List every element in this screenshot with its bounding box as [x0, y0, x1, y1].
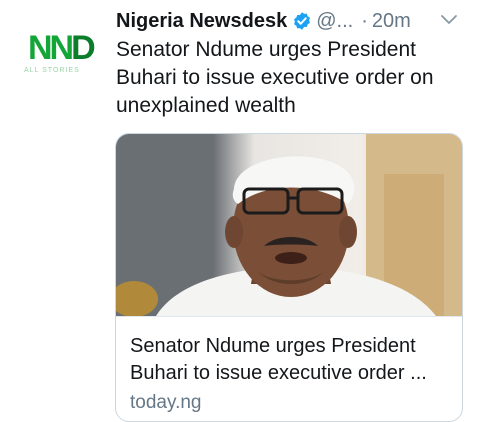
- tweet-header: Nigeria Newsdesk @... · 20m: [116, 6, 411, 36]
- timestamp[interactable]: 20m: [372, 10, 411, 33]
- link-card[interactable]: Senator Ndume urges President Buhari to …: [115, 133, 463, 422]
- avatar[interactable]: NND ALL STORIES: [18, 30, 104, 78]
- card-title-line-1: Senator Ndume urges President: [130, 335, 416, 357]
- handle[interactable]: @...: [316, 10, 353, 33]
- card-domain: today.ng: [130, 392, 202, 413]
- card-title-line-2: Buhari to issue executive order ...: [130, 362, 427, 384]
- tweet-text: Senator Ndume urges President Buhari to …: [116, 38, 434, 117]
- chevron-down-icon[interactable]: [440, 13, 458, 25]
- card-body[interactable]: Senator Ndume urges President Buhari to …: [116, 316, 462, 421]
- card-title: Senator Ndume urges President Buhari to …: [130, 333, 450, 387]
- separator-dot: ·: [361, 9, 368, 32]
- avatar-sub-text: ALL STORIES: [24, 67, 80, 74]
- verified-badge-icon: [292, 11, 312, 31]
- avatar-logo: NND: [28, 29, 96, 67]
- card-image[interactable]: [116, 134, 462, 316]
- display-name[interactable]: Nigeria Newsdesk: [116, 10, 287, 33]
